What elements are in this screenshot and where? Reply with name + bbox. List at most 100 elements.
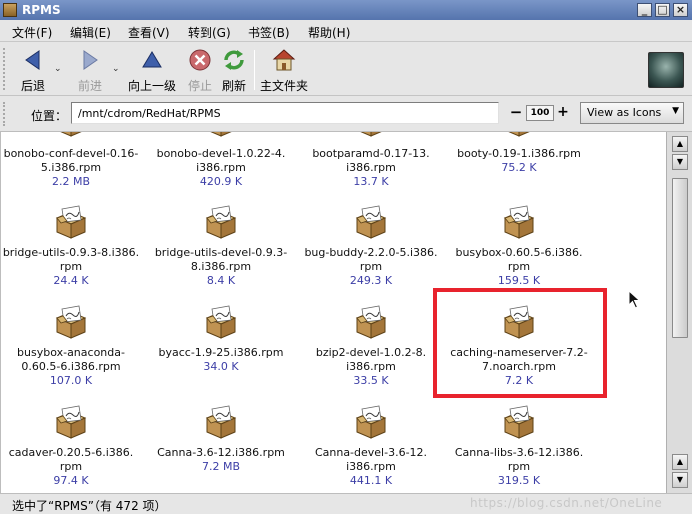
up-label: 向上一级 (127, 79, 176, 93)
file-name: rpm (59, 260, 83, 273)
scroll-up-button-bottom[interactable]: ▲ (672, 454, 688, 470)
file-name: 8.i386.rpm (190, 260, 252, 273)
reload-button[interactable]: 刷新 (218, 46, 250, 94)
close-button[interactable]: × (673, 3, 688, 17)
file-size: 8.4 K (206, 274, 236, 287)
file-item[interactable]: bug-buddy-2.2.0-5.i386. rpm 249.3 K (301, 204, 441, 292)
view-mode-select[interactable]: View as Icons ▼ (580, 102, 684, 124)
file-size: 107.0 K (49, 374, 93, 387)
stop-button[interactable]: 停止 (184, 46, 216, 94)
file-size: 420.9 K (199, 175, 243, 188)
menu-edit[interactable]: 编辑(E) (70, 24, 111, 41)
file-size: 33.5 K (353, 374, 389, 387)
file-item[interactable]: Canna-devel-3.6-12. i386.rpm 441.1 K (301, 404, 441, 492)
file-item[interactable]: bonobo-devel-1.0.22-4. i386.rpm 420.9 K (151, 132, 291, 192)
file-item[interactable]: bzip2-devel-1.0.2-8. i386.rpm 33.5 K (301, 304, 441, 392)
file-size: 7.2 K (504, 374, 534, 387)
file-name: busybox-anaconda- (17, 346, 125, 359)
file-size: 159.5 K (497, 274, 541, 287)
menu-file[interactable]: 文件(F) (12, 24, 52, 41)
menu-view[interactable]: 查看(V) (128, 24, 170, 41)
file-size: 97.4 K (53, 474, 89, 487)
rpm-package-icon (203, 132, 239, 138)
location-bar-grip[interactable] (3, 102, 9, 126)
file-icon-view[interactable]: bonobo-conf-devel-0.16- 5.i386.rpm 2.2 M… (0, 132, 666, 493)
maximize-icon: □ (657, 3, 668, 16)
home-button[interactable]: 主文件夹 (258, 46, 310, 94)
file-manager-window: RPMS _ □ × 文件(F) 编辑(E) 查看(V) 转到(G) 书签(B)… (0, 0, 692, 514)
scrollbar-thumb[interactable] (672, 178, 688, 338)
file-size: 249.3 K (349, 274, 393, 287)
back-label: 后退 (20, 79, 45, 93)
rpm-package-icon (203, 404, 239, 440)
menu-bookmarks[interactable]: 书签(B) (248, 24, 290, 41)
file-item[interactable]: busybox-0.60.5-6.i386. rpm 159.5 K (449, 204, 589, 292)
file-item[interactable]: busybox-anaconda- 0.60.5-6.i386.rpm 107.… (1, 304, 141, 392)
file-size: 34.0 K (203, 360, 239, 373)
location-input[interactable] (71, 102, 499, 124)
back-history-chevron-down-icon[interactable]: ⌄ (54, 64, 62, 74)
rpm-package-icon (501, 304, 537, 340)
file-size: 13.7 K (353, 175, 389, 188)
zoom-out-button[interactable]: − (509, 102, 523, 122)
file-item[interactable]: Canna-libs-3.6-12.i386. rpm 319.5 K (449, 404, 589, 492)
watermark-text: https://blog.csdn.net/OneLine (470, 496, 663, 510)
close-icon: × (675, 3, 686, 16)
file-name: bridge-utils-0.9.3-8.i386. (2, 246, 140, 259)
file-name: i386.rpm (196, 161, 246, 174)
scroll-up-button[interactable]: ▲ (672, 136, 688, 152)
file-item[interactable]: booty-0.19-1.i386.rpm 75.2 K (449, 132, 589, 192)
up-arrow-icon (142, 51, 162, 68)
toolbar-separator (254, 50, 255, 90)
forward-label: 前进 (77, 79, 102, 93)
file-item[interactable]: bridge-utils-devel-0.9.3- 8.i386.rpm 8.4… (151, 204, 291, 292)
rpm-package-icon (53, 204, 89, 240)
minimize-button[interactable]: _ (637, 3, 652, 17)
maximize-button[interactable]: □ (655, 3, 670, 17)
minimize-icon: _ (641, 3, 648, 16)
forward-history-chevron-down-icon[interactable]: ⌄ (112, 64, 120, 74)
forward-button[interactable]: 前进 (70, 46, 110, 94)
back-arrow-icon (25, 50, 40, 70)
file-item[interactable]: bootparamd-0.17-13. i386.rpm 13.7 K (301, 132, 441, 192)
rpm-package-icon (53, 404, 89, 440)
file-name: bonobo-conf-devel-0.16- (3, 147, 139, 160)
folder-icon (3, 3, 17, 17)
vertical-scrollbar[interactable]: ▲ ▼ ▲ ▼ (666, 132, 692, 493)
file-name: byacc-1.9-25.i386.rpm (158, 346, 284, 359)
file-item[interactable]: cadaver-0.20.5-6.i386. rpm 97.4 K (1, 404, 141, 492)
file-item[interactable]: bridge-utils-0.9.3-8.i386. rpm 24.4 K (1, 204, 141, 292)
rpm-package-icon (353, 404, 389, 440)
file-item[interactable]: Canna-3.6-12.i386.rpm 7.2 MB (151, 404, 291, 492)
stop-label: 停止 (187, 79, 212, 93)
file-item[interactable]: byacc-1.9-25.i386.rpm 34.0 K (151, 304, 291, 392)
file-name: bzip2-devel-1.0.2-8. (315, 346, 427, 359)
zoom-in-button[interactable]: + (556, 102, 570, 122)
rpm-package-icon (203, 204, 239, 240)
file-size: 7.2 MB (201, 460, 241, 473)
file-name: rpm (507, 260, 531, 273)
back-button[interactable]: 后退 (14, 46, 52, 94)
toolbar: 后退 ⌄ 前进 ⌄ 向上一级 停止 刷新 主文件夹 (0, 42, 692, 96)
rpm-package-icon (353, 304, 389, 340)
rpm-package-icon (501, 204, 537, 240)
scroll-down-button[interactable]: ▼ (672, 472, 688, 488)
stop-icon (189, 49, 211, 71)
up-button[interactable]: 向上一级 (126, 46, 178, 94)
chevron-down-icon: ▼ (676, 475, 684, 484)
menu-go[interactable]: 转到(G) (188, 24, 231, 41)
file-size: 319.5 K (497, 474, 541, 487)
file-item[interactable]: bonobo-conf-devel-0.16- 5.i386.rpm 2.2 M… (1, 132, 141, 192)
file-name: Canna-3.6-12.i386.rpm (157, 446, 285, 459)
toolbar-grip[interactable] (3, 48, 9, 90)
reload-icon (224, 50, 244, 70)
zoom-level[interactable]: 100 (526, 105, 554, 121)
menu-help[interactable]: 帮助(H) (308, 24, 350, 41)
file-name: rpm (359, 260, 383, 273)
rpm-package-icon (353, 132, 389, 138)
file-name: bridge-utils-devel-0.9.3- (154, 246, 288, 259)
title-bar: RPMS _ □ × (0, 0, 692, 20)
file-name: i386.rpm (346, 460, 396, 473)
scroll-down-button-top[interactable]: ▼ (672, 154, 688, 170)
file-item[interactable]: caching-nameserver-7.2- 7.noarch.rpm 7.2… (449, 304, 589, 392)
